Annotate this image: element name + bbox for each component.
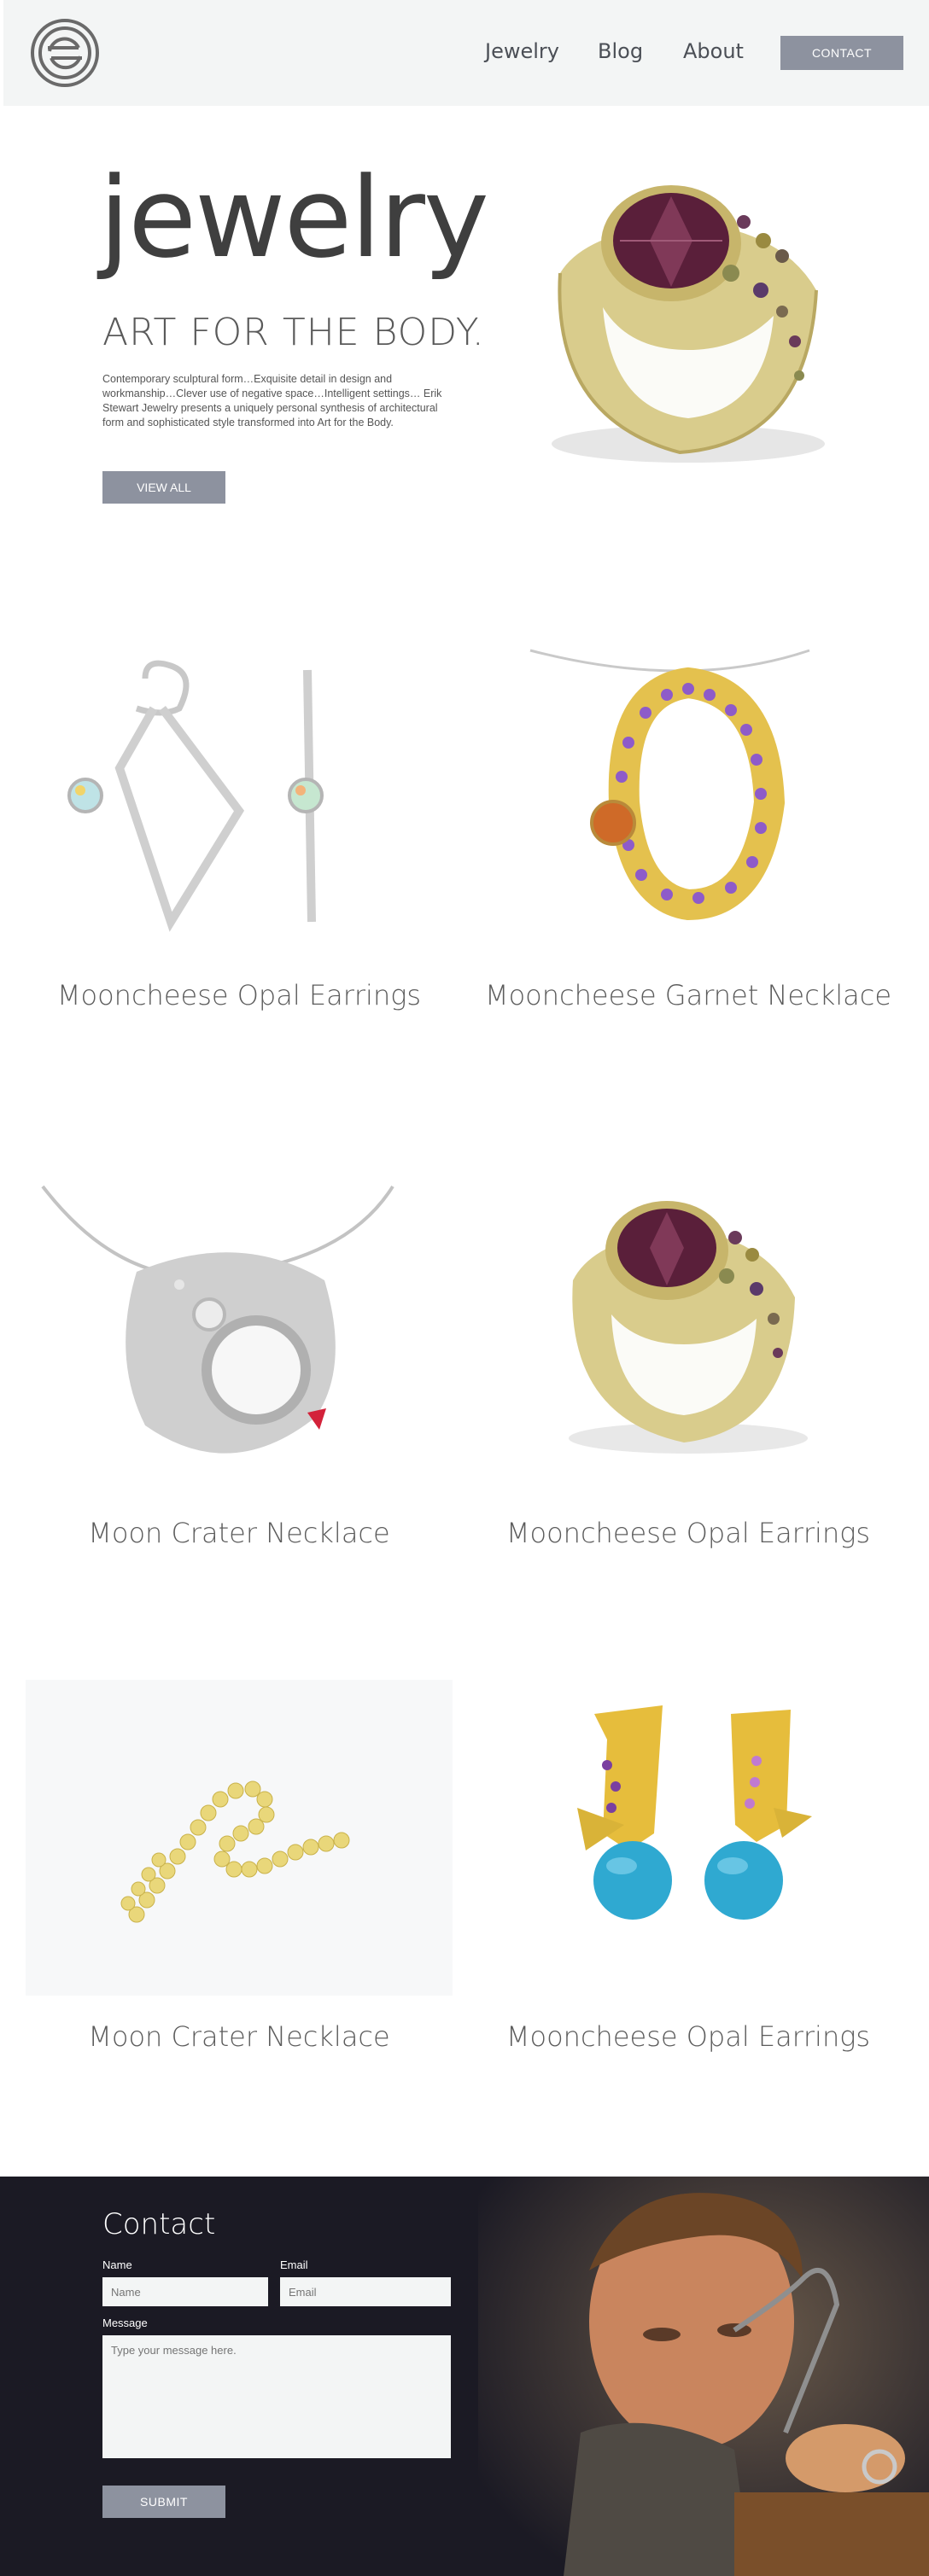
- product-name[interactable]: Mooncheese Opal Earrings: [26, 978, 453, 1012]
- product-image[interactable]: [26, 632, 453, 947]
- logo-icon[interactable]: [29, 17, 101, 89]
- hero-ring-image: [552, 185, 825, 463]
- contact-title: Contact: [102, 2207, 216, 2241]
- product-image[interactable]: [475, 632, 902, 947]
- message-label: Message: [102, 2317, 148, 2329]
- submit-button[interactable]: SUBMIT: [102, 2486, 225, 2518]
- jeweler-photo: [478, 2177, 929, 2576]
- email-field[interactable]: [280, 2277, 451, 2306]
- contact-button[interactable]: CONTACT: [780, 36, 903, 70]
- product-image[interactable]: [475, 1169, 902, 1485]
- product-image[interactable]: [26, 1680, 453, 1996]
- nav-link-jewelry[interactable]: Jewelry: [485, 39, 559, 63]
- view-all-button[interactable]: VIEW ALL: [102, 471, 225, 504]
- product-name[interactable]: Mooncheese Opal Earrings: [475, 1516, 902, 1550]
- name-label: Name: [102, 2258, 132, 2271]
- product-name[interactable]: Moon Crater Necklace: [26, 1516, 453, 1550]
- nav-link-about[interactable]: About: [683, 39, 744, 63]
- product-name[interactable]: Moon Crater Necklace: [26, 2019, 453, 2054]
- hero-subtitle: ART FOR THE BODY.: [102, 311, 485, 354]
- name-field[interactable]: [102, 2277, 268, 2306]
- site-header: Jewelry Blog About CONTACT: [3, 0, 929, 106]
- hero-description: Contemporary sculptural form…Exquisite d…: [102, 373, 442, 428]
- email-label: Email: [280, 2258, 308, 2271]
- hero-title: jewelry: [99, 153, 489, 283]
- message-field[interactable]: [102, 2335, 451, 2458]
- product-name[interactable]: Mooncheese Garnet Necklace: [475, 978, 902, 1012]
- product-name[interactable]: Mooncheese Opal Earrings: [475, 2019, 902, 2054]
- product-image[interactable]: [475, 1680, 902, 1996]
- contact-section: Contact Name Email Message SUBMIT: [0, 2177, 929, 2576]
- product-image[interactable]: [26, 1169, 453, 1485]
- nav-link-blog[interactable]: Blog: [598, 39, 643, 63]
